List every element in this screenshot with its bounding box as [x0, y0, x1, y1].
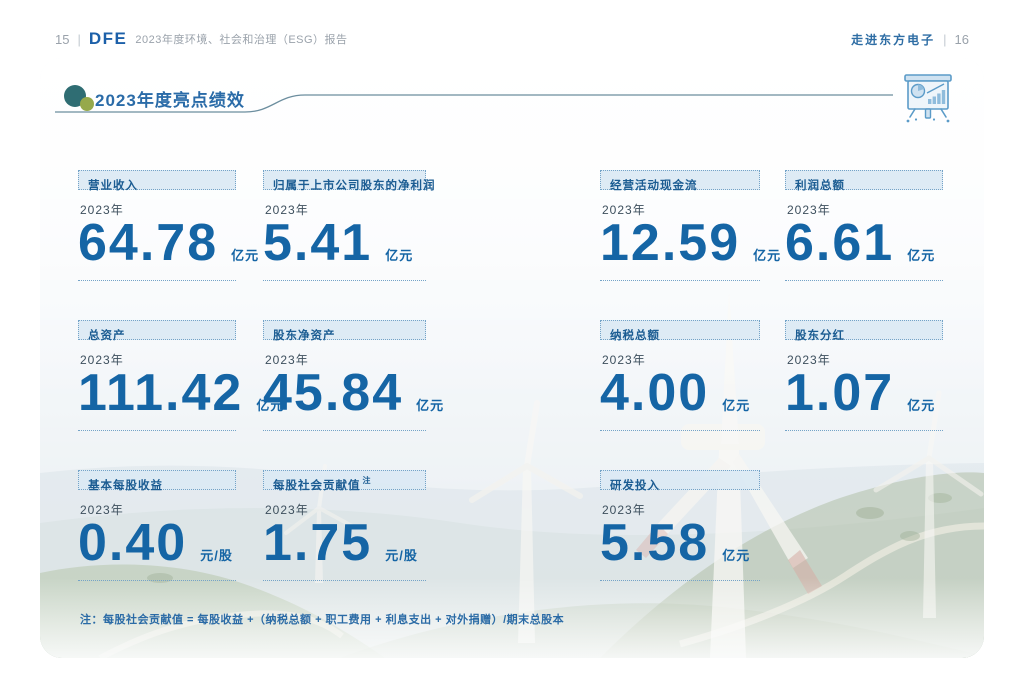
metric-value: 5.41 — [263, 214, 372, 272]
metric-divider — [78, 280, 236, 281]
metric-label: 总资产 — [88, 330, 126, 342]
metric-unit: 亿元 — [907, 245, 935, 264]
metric-label: 归属于上市公司股东的净利润 — [273, 180, 436, 192]
metric-unit: 亿元 — [231, 245, 259, 264]
metric-card: 营业收入 2023年 64.78 亿元 — [78, 170, 236, 284]
metric-divider — [263, 280, 426, 281]
metric-card: 股东净资产 2023年 45.84 亿元 — [263, 320, 426, 434]
metric-divider — [600, 280, 760, 281]
metric-card: 归属于上市公司股东的净利润 2023年 5.41 亿元 — [263, 170, 426, 284]
metric-divider — [263, 580, 426, 581]
metric-label: 股东分红 — [795, 330, 845, 342]
metric-label-box: 股东分红 — [785, 320, 943, 340]
metric-label-box: 股东净资产 — [263, 320, 426, 340]
report-title: 2023年度环境、社会和治理（ESG）报告 — [135, 31, 347, 47]
metric-value-row: 4.00 亿元 — [600, 364, 750, 422]
metric-card: 总资产 2023年 111.42 亿元 — [78, 320, 236, 434]
section-nav-label: 走进东方电子 — [851, 31, 935, 48]
metric-value-row: 12.59 亿元 — [600, 214, 781, 272]
metric-unit: 亿元 — [416, 395, 444, 414]
metric-divider — [78, 580, 236, 581]
metric-note-mark: 注 — [363, 476, 372, 485]
metric-label: 每股社会贡献值 — [273, 480, 361, 492]
metric-divider — [78, 430, 236, 431]
metric-value-row: 64.78 亿元 — [78, 214, 259, 272]
section-title: 2023年度亮点绩效 — [95, 86, 245, 111]
metric-value: 64.78 — [78, 214, 218, 272]
footnote: 注：每股社会贡献值 = 每股收益 +（纳税总额 + 职工费用 + 利息支出 + … — [80, 611, 564, 627]
metric-label-box: 归属于上市公司股东的净利润 — [263, 170, 426, 190]
metric-card: 每股社会贡献值注 2023年 1.75 元/股 — [263, 470, 426, 584]
metric-label-box: 研发投入 — [600, 470, 760, 490]
metric-card: 基本每股收益 2023年 0.40 元/股 — [78, 470, 236, 584]
company-logo: DFE — [89, 29, 128, 49]
metric-label: 营业收入 — [88, 180, 138, 192]
metric-value-row: 1.07 亿元 — [785, 364, 935, 422]
metric-divider — [785, 280, 943, 281]
metric-divider — [600, 580, 760, 581]
metric-value: 6.61 — [785, 214, 894, 272]
metric-value-row: 5.58 亿元 — [600, 514, 750, 572]
metric-label: 股东净资产 — [273, 330, 336, 342]
metric-unit: 亿元 — [722, 395, 750, 414]
metric-label-box: 经营活动现金流 — [600, 170, 760, 190]
metric-value-row: 6.61 亿元 — [785, 214, 935, 272]
metric-label-box: 总资产 — [78, 320, 236, 340]
metric-value-row: 1.75 元/股 — [263, 514, 418, 572]
metric-unit: 亿元 — [907, 395, 935, 414]
metric-value: 0.40 — [78, 514, 187, 572]
page-header: 15 | DFE 2023年度环境、社会和治理（ESG）报告 走进东方电子 | … — [55, 26, 969, 52]
metric-divider — [263, 430, 426, 431]
metric-label-box: 利润总额 — [785, 170, 943, 190]
metric-label: 经营活动现金流 — [610, 180, 698, 192]
metric-card: 纳税总额 2023年 4.00 亿元 — [600, 320, 760, 434]
header-left: 15 | DFE 2023年度环境、社会和治理（ESG）报告 — [55, 29, 348, 49]
metric-value-row: 0.40 元/股 — [78, 514, 233, 572]
metric-label-box: 纳税总额 — [600, 320, 760, 340]
page-number-right: 16 — [955, 32, 969, 47]
metric-value-row: 5.41 亿元 — [263, 214, 413, 272]
page-number-left: 15 — [55, 32, 69, 47]
metric-label-box: 营业收入 — [78, 170, 236, 190]
metric-card: 股东分红 2023年 1.07 亿元 — [785, 320, 943, 434]
metric-value: 12.59 — [600, 214, 740, 272]
metric-card: 经营活动现金流 2023年 12.59 亿元 — [600, 170, 760, 284]
metric-unit: 元/股 — [200, 545, 233, 564]
metric-divider — [600, 430, 760, 431]
metric-value: 4.00 — [600, 364, 709, 422]
metric-label: 基本每股收益 — [88, 480, 163, 492]
presentation-chart-icon — [901, 72, 955, 124]
metric-value: 45.84 — [263, 364, 403, 422]
header-separator: | — [943, 32, 946, 47]
metric-card: 研发投入 2023年 5.58 亿元 — [600, 470, 760, 584]
metric-label: 研发投入 — [610, 480, 660, 492]
metric-label-box: 基本每股收益 — [78, 470, 236, 490]
metric-value-row: 111.42 亿元 — [78, 364, 284, 422]
metric-value: 111.42 — [78, 364, 243, 422]
metric-label-box: 每股社会贡献值注 — [263, 470, 426, 490]
header-separator: | — [77, 32, 80, 47]
metric-card: 利润总额 2023年 6.61 亿元 — [785, 170, 943, 284]
metric-label: 纳税总额 — [610, 330, 660, 342]
metric-value: 5.58 — [600, 514, 709, 572]
metric-value: 1.75 — [263, 514, 372, 572]
metric-label: 利润总额 — [795, 180, 845, 192]
metric-divider — [785, 430, 943, 431]
metric-unit: 亿元 — [722, 545, 750, 564]
metric-value: 1.07 — [785, 364, 894, 422]
metric-unit: 亿元 — [753, 245, 781, 264]
metric-unit: 元/股 — [385, 545, 418, 564]
header-right: 走进东方电子 | 16 — [851, 31, 969, 48]
metric-unit: 亿元 — [385, 245, 413, 264]
leaf-dots-icon — [58, 78, 98, 118]
metric-value-row: 45.84 亿元 — [263, 364, 444, 422]
